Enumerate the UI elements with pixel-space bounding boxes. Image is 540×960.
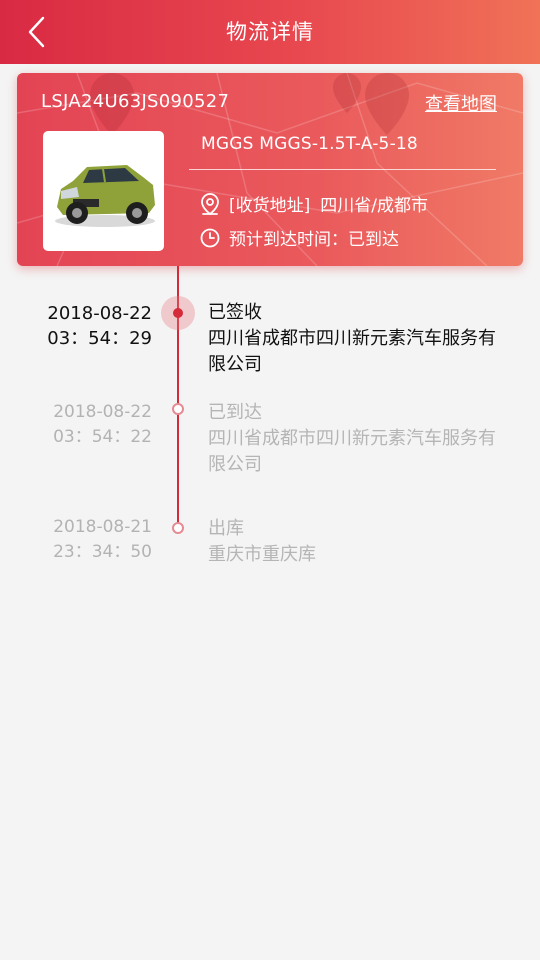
timeline-clock: 03：54：29 [47,328,152,349]
timeline-status: 出库 [208,518,244,539]
eta-row: 预计到达时间： 已到达 [199,225,399,250]
timeline-date: 2018-08-22 [53,402,152,422]
timeline-event: 已到达 四川省成都市四川新元素汽车服务有限公司 [208,400,508,478]
car-image [43,131,164,251]
view-map-link[interactable]: 查看地图 [425,90,497,116]
vin-number: LSJA24U63JS090527 [41,91,230,112]
timeline-event: 出库 重庆市重庆库 [208,516,508,568]
timeline-time: 2018-08-22 03：54：22 [53,400,152,450]
location-pin-icon [201,192,219,215]
vehicle-card: LSJA24U63JS090527 查看地图 MGGS MGGS-1.5T-A-… [17,73,523,266]
delivery-address-row: [收货地址] 四川省/成都市 [199,191,428,216]
vehicle-model: MGGS MGGS-1.5T-A-5-18 [201,134,418,154]
timeline-clock: 03：54：22 [53,427,152,447]
timeline-location: 四川省成都市四川新元素汽车服务有限公司 [208,328,496,375]
timeline-location: 四川省成都市四川新元素汽车服务有限公司 [208,428,496,475]
address-label: [收货地址] [229,196,311,216]
timeline-clock: 23：34：50 [53,542,152,562]
timeline-date: 2018-08-22 [47,303,152,324]
page-title: 物流详情 [226,20,314,44]
clock-icon [200,228,220,247]
eta-value: 已到达 [348,230,399,250]
timeline-time: 2018-08-21 23：34：50 [53,515,152,565]
timeline-status: 已签收 [208,302,262,323]
timeline-event: 已签收 四川省成都市四川新元素汽车服务有限公司 [208,300,508,378]
eta-label: 预计到达时间： [229,230,348,250]
timeline-date: 2018-08-21 [53,517,152,537]
timeline-location: 重庆市重庆库 [208,544,316,565]
header-bar: 物流详情 [0,0,540,64]
timeline-dot [172,403,184,415]
suv-car-icon [55,165,155,227]
timeline-dot-active [161,296,195,330]
card-divider [189,169,496,170]
timeline-dot [172,522,184,534]
address-value: 四川省/成都市 [320,196,428,216]
timeline-status: 已到达 [208,402,262,423]
timeline-time: 2018-08-22 03：54：29 [47,301,152,351]
